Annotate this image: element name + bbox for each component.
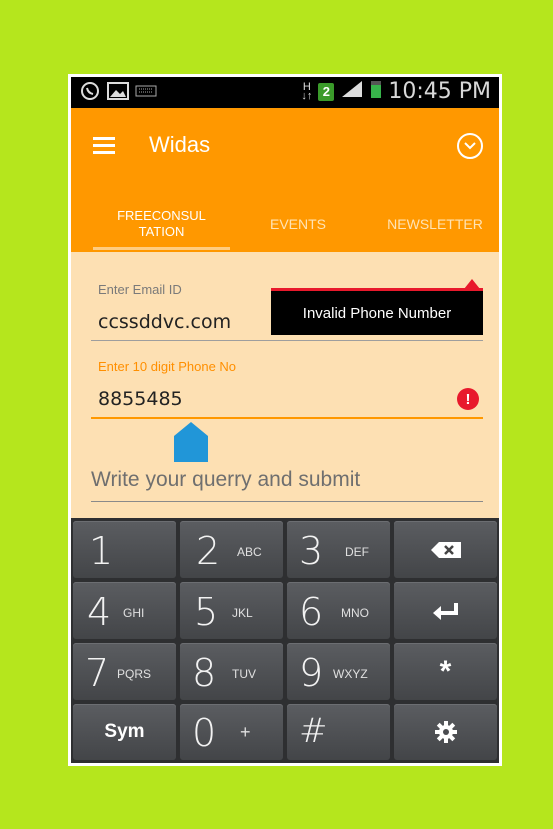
key-0[interactable]: 0 + (180, 704, 283, 760)
key-9[interactable]: 9 WXYZ (287, 643, 390, 700)
key-3[interactable]: 3 DEF (287, 521, 390, 578)
network-arrows-icon: H ↓↑ (301, 80, 313, 102)
screen: H ↓↑ 2 10:45 PM Widas FREECONSUL TATION … (71, 77, 499, 763)
key-digit: 3 (299, 529, 324, 573)
tab-bar: FREECONSUL TATION EVENTS NEWSLETTER (71, 200, 499, 252)
key-sym[interactable]: Sym (73, 704, 176, 760)
email-underline (91, 340, 483, 341)
key-letters: WXYZ (333, 667, 368, 681)
tab-events[interactable]: EVENTS (243, 200, 353, 248)
key-digit: # (299, 711, 328, 751)
key-letters: ABC (237, 545, 262, 559)
status-bar: H ↓↑ 2 10:45 PM (71, 77, 499, 108)
chevron-down-circle-icon[interactable] (457, 133, 483, 159)
key-letters: TUV (232, 667, 256, 681)
key-4[interactable]: 4 GHI (73, 582, 176, 639)
key-symbol: * (439, 654, 452, 688)
hamburger-icon[interactable] (93, 137, 115, 154)
app-title: Widas (149, 132, 211, 157)
numeric-keypad: 1 2 ABC 3 DEF 4 GHI 5 JKL 6 MNO 7 PQRS 8… (71, 518, 499, 763)
key-8[interactable]: 8 TUV (180, 643, 283, 700)
key-1[interactable]: 1 (73, 521, 176, 578)
key-letters: + (240, 722, 251, 742)
key-letters: GHI (123, 606, 145, 620)
enter-icon (394, 582, 497, 639)
settings-gear-icon (394, 704, 497, 760)
key-2[interactable]: 2 ABC (180, 521, 283, 578)
signal-icon (340, 79, 364, 104)
phone-underline (91, 417, 483, 419)
query-input[interactable]: Write your querry and submit (91, 468, 360, 492)
key-digit: 2 (196, 529, 221, 573)
error-tooltip: Invalid Phone Number (271, 288, 483, 335)
phone-error-icon[interactable]: ! (457, 388, 479, 410)
email-label: Enter Email ID (98, 282, 182, 297)
text-cursor-handle[interactable] (174, 422, 208, 462)
key-digit: 6 (299, 590, 324, 634)
key-digit: 1 (89, 529, 114, 573)
clock: 10:45 PM (388, 79, 491, 104)
key-digit: 9 (299, 651, 324, 695)
key-enter[interactable] (394, 582, 497, 639)
key-letters: DEF (345, 545, 369, 559)
keyboard-icon (135, 81, 157, 101)
key-star[interactable]: * (394, 643, 497, 700)
key-digit: 4 (87, 590, 112, 634)
key-digit: 7 (85, 651, 110, 695)
key-7[interactable]: 7 PQRS (73, 643, 176, 700)
app-bar: Widas FREECONSUL TATION EVENTS NEWSLETTE… (71, 108, 499, 252)
key-letters: PQRS (117, 667, 152, 681)
tab-freeconsultation[interactable]: FREECONSUL TATION (93, 200, 230, 248)
key-letters: JKL (232, 606, 253, 620)
key-5[interactable]: 5 JKL (180, 582, 283, 639)
email-field[interactable]: ccssddvc.com (98, 311, 231, 333)
key-digit: 8 (192, 651, 217, 695)
notification-icons (79, 81, 157, 101)
consultation-form: Enter Email ID ccssddvc.com ! Invalid Ph… (71, 252, 499, 518)
phone-label: Enter 10 digit Phone No (98, 359, 237, 374)
tab-newsletter[interactable]: NEWSLETTER (371, 200, 499, 248)
key-settings[interactable] (394, 704, 497, 760)
battery-icon (370, 79, 382, 104)
phone-frame: H ↓↑ 2 10:45 PM Widas FREECONSUL TATION … (68, 74, 502, 766)
sim-badge: 2 (318, 82, 335, 101)
system-status: H ↓↑ 2 10:45 PM (301, 79, 491, 104)
query-underline (91, 501, 483, 502)
phone-field[interactable]: 8855485 (98, 388, 183, 410)
key-letters: MNO (341, 606, 369, 620)
key-digit: 5 (194, 590, 219, 634)
key-digit: 0 (192, 711, 217, 755)
key-6[interactable]: 6 MNO (287, 582, 390, 639)
backspace-icon (394, 521, 497, 578)
whatsapp-icon (79, 81, 101, 101)
key-backspace[interactable] (394, 521, 497, 578)
gallery-icon (107, 81, 129, 101)
key-symbol: Sym (104, 721, 145, 742)
tab-indicator (93, 247, 230, 250)
key-hash[interactable]: # (287, 704, 390, 760)
